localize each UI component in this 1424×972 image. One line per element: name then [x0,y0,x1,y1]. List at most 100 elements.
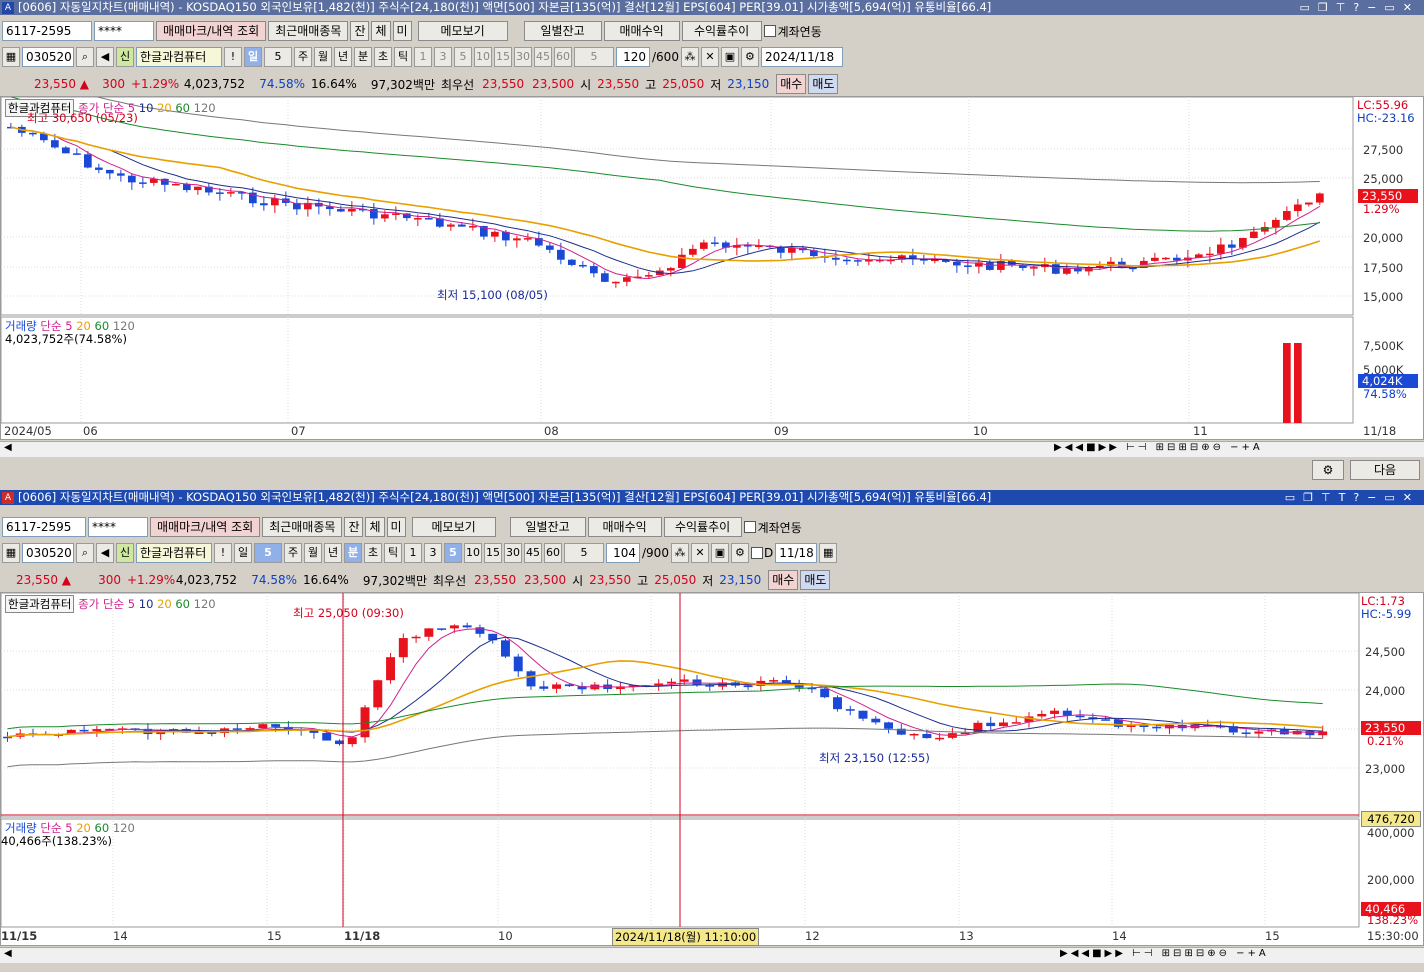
period-min-tab[interactable]: 분 [354,47,372,67]
bottom-chart-area[interactable]: 한글과컴퓨터 종가 단순 5 10 20 60 120 최고 25,050 (0… [0,592,1424,946]
interval-3-bottom[interactable]: 3 [424,543,442,563]
account-select[interactable]: 6117-2595 [2,21,92,41]
top-chart-area[interactable]: 한글과컴퓨터 종가 단순 5 10 20 60 120 최고 30,650 (0… [0,76,1424,440]
return-trend-button-bottom[interactable]: 수익률추이 [663,517,742,537]
interval-10[interactable]: 10 [474,47,492,67]
daily-balance-button-bottom[interactable]: 일별잔고 [509,517,586,537]
grid-icon[interactable]: ▦ [2,47,20,67]
password-field-bottom[interactable]: **** [88,517,148,537]
interval-5[interactable]: 5 [454,47,472,67]
account-link-checkbox-bottom[interactable]: 계좌연동 [743,519,802,536]
next-button[interactable]: 다음 [1350,460,1420,480]
period-month-tab[interactable]: 월 [314,47,332,67]
period-n-select[interactable]: 5 [264,47,292,67]
interval-select-bottom[interactable]: 5 [564,543,604,563]
buy-button-bottom[interactable]: 매수 [768,570,799,590]
settings-gear-icon[interactable]: ⚙ [1312,460,1344,480]
window-controls[interactable]: ▭❐⊤?−▭✕ [1299,0,1420,15]
period-day-tab[interactable]: 일 [244,47,262,67]
interval-10-bottom[interactable]: 10 [464,543,482,563]
recent-trades-button-bottom[interactable]: 최근매매종목 [262,517,343,537]
period-sec-tab[interactable]: 초 [374,47,392,67]
interval-1[interactable]: 1 [414,47,432,67]
cross-icon[interactable]: ✕ [700,47,719,67]
count-input[interactable]: 120 [616,47,650,67]
period-year-tab[interactable]: 년 [334,47,352,67]
top-chart-svg[interactable] [0,76,1423,439]
trade-mark-button[interactable]: 매매마크/내역 조회 [156,21,267,41]
search-icon[interactable]: ⌕ [76,47,94,67]
legend-stock-bottom[interactable]: 한글과컴퓨터 [5,595,75,613]
interval-15[interactable]: 15 [494,47,512,67]
trade-profit-button-bottom[interactable]: 매매수익 [587,517,662,537]
scroll-controls-icon-bottom[interactable]: ▶◀◀■▶▶ ⊢⊣ ⊞⊟⊞⊟⊕⊖ −+A [1060,948,1269,959]
info-button-bottom[interactable]: ! [214,543,232,563]
tools-icon-bottom[interactable]: ⁂ [670,543,689,563]
calendar-icon[interactable]: ▦ [819,543,838,563]
return-trend-button[interactable]: 수익률추이 [681,21,762,41]
interval-60-bottom[interactable]: 60 [544,543,562,563]
daily-balance-button[interactable]: 일별잔고 [523,21,602,41]
period-tick-tab[interactable]: 틱 [394,47,412,67]
scroll-left-icon-bottom[interactable]: ◀ [4,948,12,959]
top-scrollbar[interactable]: ◀ ▶◀◀■▶▶ ⊢⊣ ⊞⊟⊞⊟⊕⊖ −+A [0,441,1424,457]
interval-30[interactable]: 30 [514,47,532,67]
scroll-controls-icon[interactable]: ▶◀◀■▶▶ ⊢⊣ ⊞⊟⊞⊟⊕⊖ −+A [1054,442,1263,453]
cross-icon-bottom[interactable]: ✕ [690,543,709,563]
save-icon-bottom[interactable]: ▣ [710,543,729,563]
interval-45[interactable]: 45 [534,47,552,67]
bottom-scrollbar[interactable]: ◀ ▶◀◀■▶▶ ⊢⊣ ⊞⊟⊞⊟⊕⊖ −+A [0,947,1424,963]
grid-icon-bottom[interactable]: ▦ [2,543,20,563]
period-week-tab-bottom[interactable]: 주 [284,543,302,563]
memo-button-bottom[interactable]: 메모보기 [411,517,496,537]
d-checkbox[interactable]: D [750,546,773,560]
mi-button-bottom[interactable]: 미 [386,517,406,537]
sell-button[interactable]: 매도 [808,74,839,94]
period-day-tab-bottom[interactable]: 일 [234,543,252,563]
count-input-bottom[interactable]: 104 [606,543,640,563]
period-min-tab-bottom[interactable]: 분 [344,543,362,563]
save-icon[interactable]: ▣ [720,47,739,67]
interval-5-bottom[interactable]: 5 [444,543,462,563]
speaker-icon-bottom[interactable]: ◀ [96,543,114,563]
che-button-bottom[interactable]: 체 [365,517,385,537]
interval-30-bottom[interactable]: 30 [504,543,522,563]
period-year-tab-bottom[interactable]: 년 [324,543,342,563]
search-icon-bottom[interactable]: ⌕ [76,543,94,563]
gear-icon-bottom[interactable]: ⚙ [730,543,749,563]
date-input-bottom[interactable]: 11/18 [775,543,818,563]
speaker-icon[interactable]: ◀ [96,47,114,67]
bottom-chart-svg[interactable] [0,592,1423,945]
interval-45-bottom[interactable]: 45 [524,543,542,563]
stock-code-input[interactable]: 030520 [22,47,74,67]
period-month-tab-bottom[interactable]: 월 [304,543,322,563]
period-sec-tab-bottom[interactable]: 초 [364,543,382,563]
trade-profit-button[interactable]: 매매수익 [603,21,680,41]
memo-button[interactable]: 메모보기 [417,21,508,41]
period-n-select-bottom[interactable]: 5 [254,543,282,563]
scroll-left-icon[interactable]: ◀ [4,442,12,453]
jan-button-bottom[interactable]: 잔 [344,517,364,537]
sell-button-bottom[interactable]: 매도 [800,570,831,590]
info-button[interactable]: ! [224,47,242,67]
buy-button[interactable]: 매수 [776,74,807,94]
stock-code-input-bottom[interactable]: 030520 [22,543,74,563]
che-button[interactable]: 체 [371,21,391,41]
period-week-tab[interactable]: 주 [294,47,312,67]
account-link-checkbox[interactable]: 계좌연동 [763,23,822,40]
recent-trades-button[interactable]: 최근매매종목 [268,21,349,41]
account-select-bottom[interactable]: 6117-2595 [2,517,86,537]
interval-60[interactable]: 60 [554,47,572,67]
interval-3[interactable]: 3 [434,47,452,67]
window-controls-bottom[interactable]: ▭❐⊤T?−▭✕ [1285,490,1420,505]
tools-icon[interactable]: ⁂ [680,47,699,67]
jan-button[interactable]: 잔 [350,21,370,41]
interval-1-bottom[interactable]: 1 [404,543,422,563]
trade-mark-button-bottom[interactable]: 매매마크/내역 조회 [150,517,261,537]
date-input[interactable]: 2024/11/18 [760,47,843,67]
password-field[interactable]: **** [94,21,154,41]
period-tick-tab-bottom[interactable]: 틱 [384,543,402,563]
interval-select[interactable]: 5 [574,47,614,67]
gear-icon[interactable]: ⚙ [740,47,759,67]
interval-15-bottom[interactable]: 15 [484,543,502,563]
